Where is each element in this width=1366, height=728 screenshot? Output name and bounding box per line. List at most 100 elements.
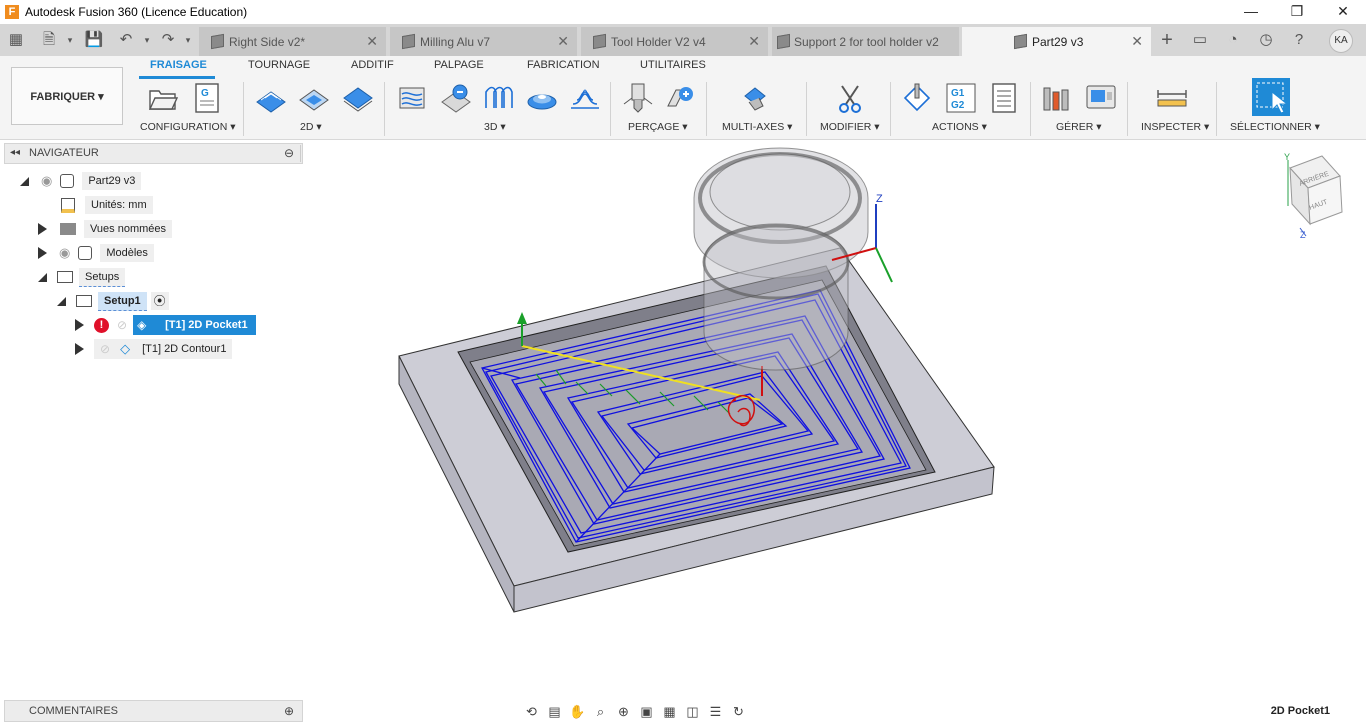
collapse-panel-icon[interactable]: ◂◂ — [10, 147, 20, 158]
multi-axis-icon[interactable] — [739, 82, 771, 114]
group-modifier[interactable]: MODIFIER ▾ — [820, 121, 880, 133]
browser-node-2d-contour[interactable]: ⊘ ◇ [T1] 2D Contour1 — [75, 339, 233, 359]
browser-node-setup1[interactable]: Setup1 ⦿ — [57, 291, 169, 311]
ribbon-tab-fabrication[interactable]: FABRICATION — [527, 59, 600, 71]
panel-minimize-icon[interactable]: ⊖ — [284, 146, 294, 160]
simulate-icon[interactable] — [901, 82, 933, 114]
undo-icon[interactable]: ↶ — [116, 30, 136, 50]
redo-icon[interactable]: ↷ — [158, 30, 178, 50]
comments-panel[interactable]: COMMENTAIRES ⊕ — [4, 700, 303, 722]
viewports-icon[interactable]: ◫ — [682, 703, 703, 721]
ribbon-tab-fraisage[interactable]: FRAISAGE — [150, 59, 207, 71]
expand-triangle-icon[interactable] — [75, 319, 84, 331]
group-configuration[interactable]: CONFIGURATION ▾ — [140, 121, 236, 133]
hidden-eye-icon[interactable]: ⊘ — [100, 342, 110, 356]
browser-node-named-views[interactable]: Vues nommées — [38, 219, 173, 239]
expand-triangle-icon[interactable] — [38, 272, 47, 282]
close-tab-icon[interactable]: ✕ — [366, 33, 378, 50]
grid-settings-icon[interactable]: ▦ — [659, 703, 680, 721]
chat-icon[interactable]: ▭ — [1190, 30, 1210, 50]
measure-icon[interactable] — [1156, 82, 1188, 114]
expand-triangle-icon[interactable] — [75, 343, 84, 355]
expand-triangle-icon[interactable] — [20, 176, 29, 186]
3d-pocket-icon[interactable] — [440, 82, 472, 114]
job-status-icon[interactable]: ◷ — [1256, 30, 1276, 50]
stock-body[interactable] — [398, 247, 995, 613]
close-tab-icon[interactable]: ✕ — [748, 33, 760, 50]
tool-library-icon[interactable] — [1041, 82, 1073, 114]
zoom-icon[interactable]: ⌕ — [590, 703, 611, 721]
visibility-eye-icon[interactable]: ◉ — [41, 173, 52, 189]
document-tab-right-side[interactable]: Right Side v2* ✕ — [199, 27, 386, 56]
post-process-g1g2-icon[interactable]: G1G2 — [945, 82, 977, 114]
expand-triangle-icon[interactable] — [57, 296, 66, 306]
panel-resize-handle[interactable] — [300, 145, 302, 162]
hole-recognition-icon[interactable] — [664, 82, 696, 114]
browser-node-setups[interactable]: Setups — [38, 267, 126, 287]
add-comment-icon[interactable]: ⊕ — [284, 704, 294, 718]
file-dropdown-chevron-icon[interactable]: ▾ — [60, 30, 80, 50]
close-window-button[interactable]: ✕ — [1320, 0, 1366, 24]
file-menu-icon[interactable]: 🗎 — [39, 30, 59, 50]
drill-icon[interactable] — [622, 82, 654, 114]
group-3d[interactable]: 3D ▾ — [484, 121, 506, 133]
group-selectionner[interactable]: SÉLECTIONNER ▾ — [1230, 121, 1320, 133]
redo-dropdown-icon[interactable]: ▾ — [178, 30, 198, 50]
3d-parallel-icon[interactable] — [483, 82, 515, 114]
group-actions[interactable]: ACTIONS ▾ — [932, 121, 987, 133]
visual-style-icon[interactable]: ☰ — [705, 703, 726, 721]
ribbon-tab-utilitaires[interactable]: UTILITAIRES — [640, 59, 706, 71]
group-gerer[interactable]: GÉRER ▾ — [1056, 121, 1102, 133]
2d-adaptive-icon[interactable] — [255, 82, 287, 114]
group-2d[interactable]: 2D ▾ — [300, 121, 322, 133]
minimize-button[interactable]: — — [1228, 0, 1274, 24]
save-icon[interactable]: 💾 — [84, 30, 104, 50]
group-multi-axes[interactable]: MULTI-AXES ▾ — [722, 121, 792, 133]
close-tab-icon[interactable]: ✕ — [557, 33, 569, 50]
nc-program-icon[interactable]: G — [191, 82, 223, 114]
select-cursor-icon[interactable] — [1252, 78, 1290, 116]
ribbon-tab-additif[interactable]: ADDITIF — [351, 59, 394, 71]
3d-viewport[interactable]: Z ARRIÈRE HAUT Y Z — [304, 140, 1366, 698]
3d-adaptive-icon[interactable] — [396, 82, 428, 114]
help-icon[interactable]: ? — [1289, 30, 1309, 50]
document-tab-support[interactable]: Support 2 for tool holder v2 — [772, 27, 959, 56]
document-tab-part29[interactable]: Part29 v3 ✕ — [962, 27, 1151, 56]
browser-node-models[interactable]: ◉ Modèles — [38, 243, 154, 263]
open-folder-icon[interactable] — [147, 82, 179, 114]
group-percage[interactable]: PERÇAGE ▾ — [628, 121, 688, 133]
activate-radio-icon[interactable]: ⦿ — [150, 292, 169, 310]
ribbon-tab-palpage[interactable]: PALPAGE — [434, 59, 484, 71]
setup-sheet-icon[interactable] — [988, 82, 1020, 114]
modify-scissors-icon[interactable] — [834, 82, 866, 114]
3d-contour-icon[interactable] — [526, 82, 558, 114]
close-tab-icon[interactable]: ✕ — [1131, 33, 1143, 50]
undo-dropdown-icon[interactable]: ▾ — [137, 30, 157, 50]
fit-zoom-icon[interactable]: ⊕ — [613, 703, 634, 721]
hidden-eye-icon[interactable]: ⊘ — [117, 318, 127, 332]
3d-scallop-icon[interactable] — [569, 82, 601, 114]
browser-node-units[interactable]: Unités: mm — [61, 195, 153, 215]
expand-triangle-icon[interactable] — [38, 223, 47, 235]
grid-menu-icon[interactable]: ▦ — [6, 30, 26, 50]
display-settings-icon[interactable]: ▣ — [636, 703, 657, 721]
pan-hand-icon[interactable]: ✋ — [567, 703, 588, 721]
refresh-icon[interactable]: ↻ — [728, 703, 749, 721]
extensions-icon[interactable]: ◔ — [1223, 30, 1243, 50]
browser-node-root[interactable]: ◉ Part29 v3 — [20, 171, 142, 191]
browser-node-2d-pocket[interactable]: ! ⊘ ◈ [T1] 2D Pocket1 — [75, 315, 256, 335]
user-avatar[interactable]: KA — [1329, 29, 1353, 53]
document-tab-tool-holder[interactable]: Tool Holder V2 v4 ✕ — [581, 27, 768, 56]
new-tab-plus-icon[interactable]: + — [1157, 30, 1177, 50]
2d-pocket-icon[interactable] — [298, 82, 330, 114]
workspace-switcher-button[interactable]: FABRIQUER ▾ — [11, 67, 123, 125]
group-inspecter[interactable]: INSPECTER ▾ — [1141, 121, 1209, 133]
document-tab-milling-alu[interactable]: Milling Alu v7 ✕ — [390, 27, 577, 56]
ribbon-tab-tournage[interactable]: TOURNAGE — [248, 59, 310, 71]
visibility-eye-icon[interactable]: ◉ — [59, 245, 70, 261]
expand-triangle-icon[interactable] — [38, 247, 47, 259]
maximize-button[interactable]: ❐ — [1274, 0, 1320, 24]
look-at-icon[interactable]: ▤ — [544, 703, 565, 721]
2d-face-icon[interactable] — [342, 82, 374, 114]
orbit-icon[interactable]: ⟲ — [521, 703, 542, 721]
